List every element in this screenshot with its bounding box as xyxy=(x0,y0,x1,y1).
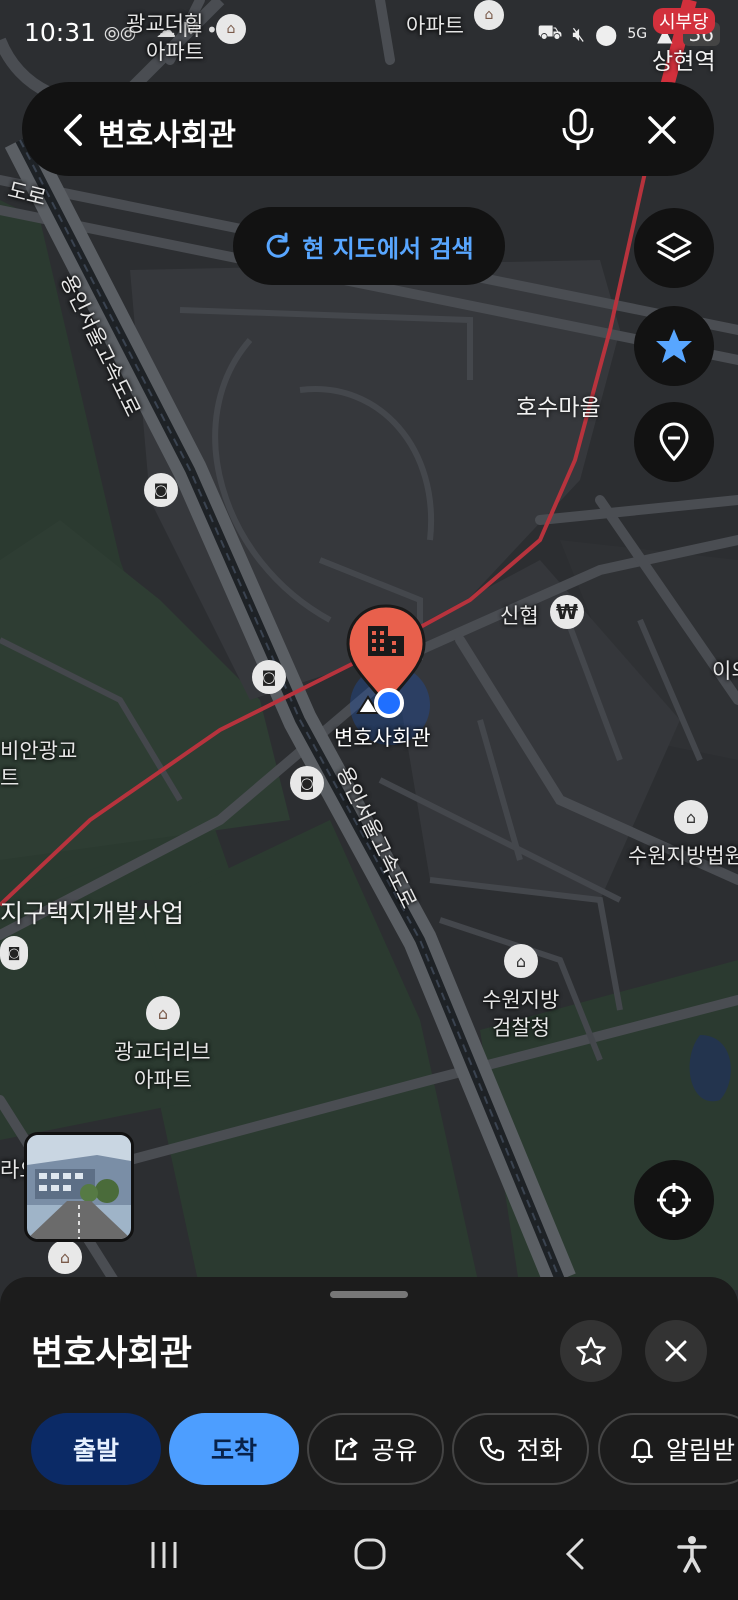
place-pin-button[interactable] xyxy=(634,402,714,482)
map-label: 아파트 xyxy=(134,1068,192,1092)
street-view-image xyxy=(27,1135,131,1239)
apartment-icon[interactable]: ⌂ xyxy=(48,1240,82,1274)
alert-label: 알림받 xyxy=(666,1436,736,1465)
share-label: 공유 xyxy=(371,1436,418,1465)
recent-apps-icon[interactable] xyxy=(148,1538,180,1572)
layers-button[interactable] xyxy=(634,208,714,288)
my-location-button[interactable] xyxy=(634,1160,714,1240)
cctv-icon[interactable]: ◙ xyxy=(144,473,178,507)
close-icon[interactable] xyxy=(644,112,680,148)
transit-badge: 시부당 xyxy=(653,8,715,34)
layers-icon xyxy=(656,232,692,262)
location-icon: ⬤ xyxy=(595,21,618,46)
government-building-icon[interactable]: ⌂ xyxy=(504,944,538,978)
arrive-button[interactable]: 도착 xyxy=(169,1413,299,1485)
research-label: 현 지도에서 검색 xyxy=(302,234,474,263)
map-label: 광교더힐 xyxy=(126,12,204,36)
apartment-icon[interactable]: ⌂ xyxy=(216,14,246,44)
close-icon xyxy=(665,1340,687,1362)
station-label: 상현역 xyxy=(652,49,716,75)
refresh-icon xyxy=(267,232,290,258)
sheet-drag-handle[interactable] xyxy=(330,1291,408,1298)
call-label: 전화 xyxy=(516,1436,563,1465)
alert-button[interactable]: 알림받 xyxy=(598,1413,738,1485)
government-building-icon[interactable]: ⌂ xyxy=(674,800,708,834)
map-label-shinhyup: 신협 xyxy=(500,604,539,628)
street-view-thumbnail[interactable] xyxy=(24,1132,134,1242)
current-location-dot xyxy=(374,688,404,718)
microphone-icon[interactable] xyxy=(558,106,598,154)
star-icon xyxy=(656,329,692,363)
map-label: 광교더리브 xyxy=(114,1040,211,1064)
research-here-button[interactable]: 현 지도에서 검색 xyxy=(233,207,505,285)
mute-icon: 🔇︎ xyxy=(572,21,585,46)
star-outline-icon xyxy=(576,1337,606,1365)
share-icon xyxy=(336,1437,359,1461)
map-label: 수원지방 xyxy=(482,988,560,1012)
map-label: 아파트 xyxy=(406,14,464,38)
cctv-icon[interactable]: ◙ xyxy=(252,660,286,694)
accessibility-icon[interactable] xyxy=(676,1534,708,1574)
apartment-icon[interactable]: ⌂ xyxy=(474,0,504,30)
cctv-icon[interactable]: ◙ xyxy=(290,766,324,800)
map-label: 수원지방법원 xyxy=(628,844,738,868)
save-favorite-button[interactable] xyxy=(560,1320,622,1382)
share-button[interactable]: 공유 xyxy=(307,1413,444,1485)
map-label: 비안광교 xyxy=(0,739,78,763)
place-title: 변호사회관 xyxy=(31,1334,193,1374)
crosshair-icon xyxy=(657,1183,691,1217)
phone-icon xyxy=(480,1436,505,1462)
arrive-label: 도착 xyxy=(210,1436,257,1465)
alarm-icon: ⛟ xyxy=(537,20,563,44)
close-sheet-button[interactable] xyxy=(645,1320,707,1382)
selected-place-label: 변호사회관 xyxy=(334,726,431,750)
map-label: 검찰청 xyxy=(492,1016,550,1040)
cctv-icon[interactable]: ◙ xyxy=(0,936,28,970)
network-label: 5G xyxy=(627,25,648,42)
map-label-dev: 지구택지개발사업 xyxy=(0,899,185,928)
search-query[interactable]: 변호사회관 xyxy=(98,110,236,154)
status-time: 10:31 xyxy=(24,18,97,47)
map-label: 아파트 xyxy=(146,40,204,64)
home-icon[interactable] xyxy=(352,1536,388,1572)
bell-icon xyxy=(630,1438,654,1463)
favorites-button[interactable] xyxy=(634,306,714,386)
back-icon[interactable] xyxy=(562,1536,590,1572)
call-button[interactable]: 전화 xyxy=(452,1413,589,1485)
status-bar: 10:31 ⦾⦾ ☁ M • ⛟ 🔇︎ ⬤ 5G ▲ 36 시부당 상현역 xyxy=(0,0,738,75)
depart-label: 출발 xyxy=(72,1436,119,1465)
apartment-icon[interactable]: ⌂ xyxy=(146,996,180,1030)
depart-button[interactable]: 출발 xyxy=(31,1413,161,1485)
map-label: 이의 xyxy=(712,659,738,683)
back-arrow-icon[interactable] xyxy=(58,110,88,150)
map-label: 트 xyxy=(0,766,20,790)
bank-icon[interactable]: ₩ xyxy=(550,595,584,629)
pin-icon xyxy=(659,422,689,462)
map-label-village: 호수마을 xyxy=(516,395,601,421)
